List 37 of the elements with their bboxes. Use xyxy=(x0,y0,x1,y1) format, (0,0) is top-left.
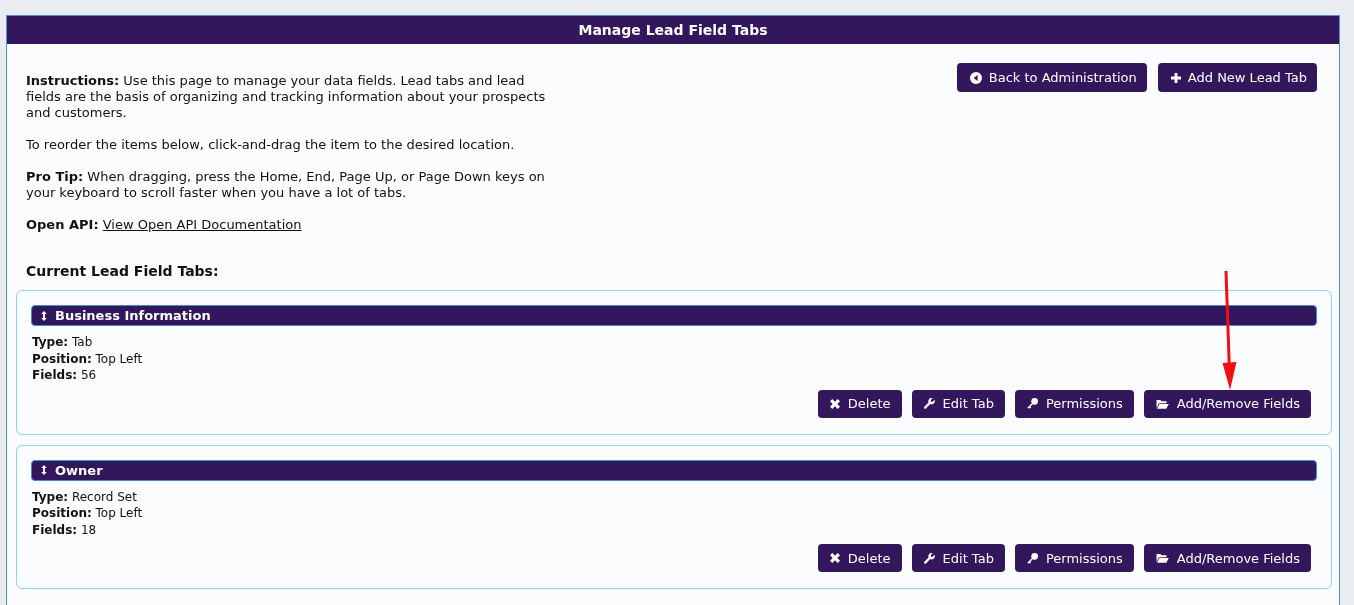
wrench-icon xyxy=(923,398,935,409)
tab-detail-text: Fields: 18 xyxy=(32,521,98,538)
instruction-paragraph: To reorder the items below, click-and-drag the item to the desired location. xyxy=(26,137,516,153)
up-down-arrow-icon xyxy=(41,310,47,321)
edit-tab-button[interactable]: Edit Tab xyxy=(911,544,1005,572)
key-icon xyxy=(1026,398,1038,409)
delete-button[interactable]: Delete xyxy=(817,544,902,572)
tab-detail-text: Type: Record Set xyxy=(32,488,138,505)
tab-detail-text: Position: Top Left xyxy=(32,350,144,367)
instruction-paragraph: Open API: View Open API Documentation xyxy=(26,217,303,233)
wrench-icon xyxy=(923,552,935,564)
add-tab-button[interactable]: Add New Lead Tab xyxy=(1157,63,1317,92)
left-arrow-circle-icon xyxy=(969,71,982,84)
folder-icon xyxy=(1155,398,1169,409)
section-heading: Current Lead Field Tabs: xyxy=(26,262,220,280)
api-docs-link[interactable]: View Open API Documentation xyxy=(102,217,302,232)
tab-detail-text: Type: Tab xyxy=(32,334,94,351)
x-mark-icon xyxy=(829,398,840,409)
permissions-button[interactable]: Permissions xyxy=(1014,389,1134,418)
instruction-paragraph: Pro Tip: When dragging, press the Home, End, Page Up, or Page Down keys on your keyboard to scroll faster when you have a lot of tabs. xyxy=(26,169,546,201)
back-button[interactable]: Back to Administration xyxy=(956,63,1147,92)
panel-title: Manage Lead Field Tabs xyxy=(7,16,1339,44)
x-mark-icon xyxy=(829,553,840,563)
tab-detail-text: Position: Top Left xyxy=(32,505,144,522)
folder-icon xyxy=(1155,553,1169,563)
tab-header-bar[interactable]: Business Information xyxy=(31,305,1317,326)
add-remove-fields-button[interactable]: Add/Remove Fields xyxy=(1143,389,1311,418)
tab-detail-text: Fields: 56 xyxy=(32,367,98,384)
delete-button[interactable]: Delete xyxy=(817,389,902,418)
plus-icon xyxy=(1170,72,1181,83)
up-down-arrow-icon xyxy=(41,465,47,475)
instruction-paragraph: Instructions: Use this page to manage your data fields. Lead tabs and lead fields are the basis of organizing and tracking information about your prospects and customers. xyxy=(26,73,547,121)
tab-header-bar[interactable]: Owner xyxy=(31,459,1317,481)
key-icon xyxy=(1026,552,1038,564)
permissions-button[interactable]: Permissions xyxy=(1014,544,1134,572)
edit-tab-button[interactable]: Edit Tab xyxy=(911,389,1005,418)
add-remove-fields-button[interactable]: Add/Remove Fields xyxy=(1143,544,1311,572)
